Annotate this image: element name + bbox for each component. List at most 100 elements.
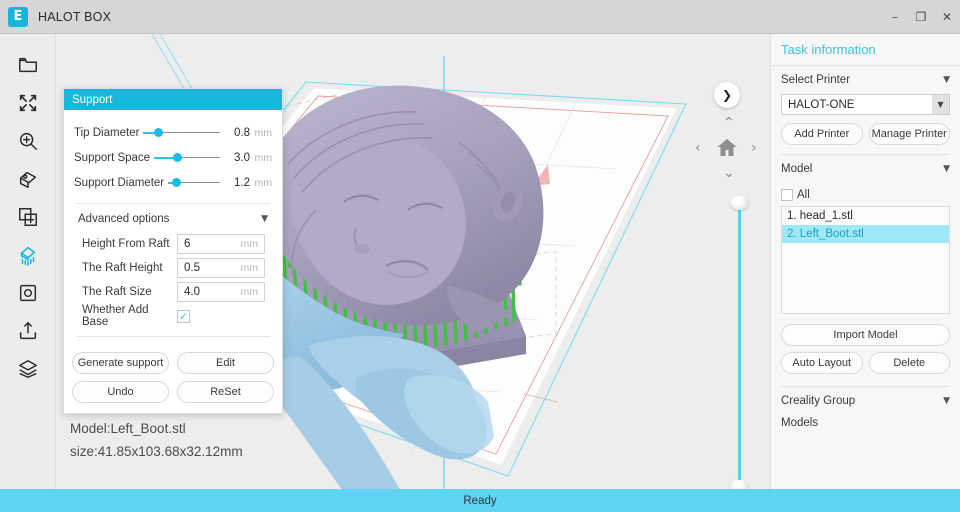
support-panel-buttons: Generate support Edit Undo ReSet [64,337,282,413]
raft-height-unit: mm [240,262,259,274]
move-arrows-icon[interactable] [0,84,56,122]
list-item[interactable]: 2. Left_Boot.stl [782,225,949,243]
raft-size-input[interactable]: 4.0 mm [177,282,265,302]
model-list[interactable]: 1. head_1.stl 2. Left_Boot.stl [781,206,950,314]
auto-layout-button[interactable]: Auto Layout [781,352,863,374]
raft-size-value: 4.0 [184,286,200,298]
window-controls: – ❐ ✕ [882,0,960,34]
field-row-raft-height: The Raft Height 0.5 mm [74,256,272,280]
advanced-options-toggle[interactable]: Advanced options ▼ [74,204,272,232]
creality-group-label: Creality Group [781,395,856,407]
height-from-raft-label: Height From Raft [82,238,170,250]
support-space-label: Support Space [74,151,151,164]
rotate-icon[interactable] [0,160,56,198]
slider-rest [175,156,220,158]
minimize-icon[interactable]: – [882,0,908,34]
support-diameter-slider[interactable] [168,176,220,190]
reset-button[interactable]: ReSet [177,381,274,403]
select-all-checkbox[interactable] [781,189,793,201]
support-space-value: 3.0 [234,151,250,164]
zoom-slider-handle-bottom[interactable] [730,480,749,489]
height-from-raft-value: 6 [184,238,191,250]
models-label[interactable]: Models [771,415,960,431]
creality-group-section-header[interactable]: Creality Group ▼ [771,387,960,415]
tip-diameter-label: Tip Diameter [74,126,140,139]
generate-support-button[interactable]: Generate support [72,352,169,374]
slider-rest [157,131,220,133]
slider-row-tip-diameter: Tip Diameter 0.8 mm [74,120,272,145]
export-icon[interactable] [0,312,56,350]
application-window: E HALOT BOX – ❐ ✕ Model:Left_Boot.stl si… [0,0,960,512]
app-logo-icon: E [8,6,28,27]
chevron-down-icon: ▼ [943,75,950,85]
app-title: HALOT BOX [38,9,112,24]
import-row: Import Model [781,324,950,346]
model-section-header[interactable]: Model ▼ [771,155,960,183]
select-all-row[interactable]: All [771,183,960,206]
nav-up-icon[interactable]: ⌃ [723,116,735,130]
chevron-right-icon: ❯ [721,88,733,102]
model-buttons: Import Model Auto Layout Delete [771,314,960,387]
add-printer-button[interactable]: Add Printer [781,123,863,145]
button-row-primary: Generate support Edit [72,352,274,374]
select-printer-section-header[interactable]: Select Printer ▼ [771,66,960,94]
slider-handle[interactable] [154,127,164,137]
duplicate-icon[interactable] [0,198,56,236]
nav-left-icon[interactable]: ‹ [695,141,701,155]
open-folder-icon[interactable] [0,46,56,84]
home-icon[interactable] [715,136,739,165]
zoom-slider-handle-top[interactable] [730,196,749,210]
whether-add-base-label: Whether Add Base [82,304,149,328]
whether-add-base-checkbox[interactable]: ✓ [177,309,190,323]
left-toolbar [0,34,56,489]
zoom-slider[interactable] [728,194,750,489]
expand-panel-button[interactable]: ❯ [714,82,740,108]
raft-height-input[interactable]: 0.5 mm [177,258,265,278]
undo-button[interactable]: Undo [72,381,169,403]
height-from-raft-input[interactable]: 6 mm [177,234,265,254]
support-space-unit: mm [254,151,273,164]
right-sidebar: Task information Select Printer ▼ HALOT-… [770,34,960,489]
chevron-down-icon: ▼ [943,396,950,406]
manage-printer-button[interactable]: Manage Printer [868,123,950,145]
delete-button[interactable]: Delete [868,352,950,374]
support-diameter-label: Support Diameter [74,176,165,189]
field-row-whether-add-base: Whether Add Base ✓ [74,304,272,328]
tip-diameter-value: 0.8 [234,126,250,139]
support-icon[interactable] [0,236,56,274]
slider-row-support-diameter: Support Diameter 1.2 mm [74,170,272,195]
layers-icon[interactable] [0,350,56,388]
slider-handle[interactable] [172,177,182,187]
printer-select[interactable]: HALOT-ONE ▼ [781,94,950,115]
support-panel: Support Tip Diameter 0.8 mm Support Spac… [63,88,283,414]
support-space-slider[interactable] [154,151,220,165]
maximize-icon[interactable]: ❐ [908,0,934,34]
layout-delete-row: Auto Layout Delete [781,352,950,374]
chevron-down-icon[interactable]: ▼ [932,95,949,114]
advanced-options-label: Advanced options [78,213,170,225]
slider-handle[interactable] [172,152,182,162]
select-all-label: All [797,189,810,201]
printer-select-value: HALOT-ONE [788,98,855,111]
tip-diameter-slider[interactable] [143,126,220,140]
nav-down-icon[interactable]: ⌄ [723,166,735,180]
tip-diameter-unit: mm [254,126,273,139]
printer-controls: HALOT-ONE ▼ Add Printer Manage Printer [771,94,960,155]
zoom-scale-icon[interactable] [0,122,56,160]
hollow-icon[interactable] [0,274,56,312]
edit-button[interactable]: Edit [177,352,274,374]
raft-size-unit: mm [240,286,259,298]
support-diameter-unit: mm [254,176,273,189]
slider-row-support-space: Support Space 3.0 mm [74,145,272,170]
nav-right-icon[interactable]: › [751,141,757,155]
close-icon[interactable]: ✕ [934,0,960,34]
field-row-height-from-raft: Height From Raft 6 mm [74,232,272,256]
import-model-button[interactable]: Import Model [781,324,950,346]
slider-rest [175,181,220,183]
zoom-slider-track [738,204,741,487]
printer-button-row: Add Printer Manage Printer [781,123,950,145]
list-item[interactable]: 1. head_1.stl [782,207,949,225]
select-printer-label: Select Printer [781,74,851,86]
button-row-secondary: Undo ReSet [72,381,274,403]
height-from-raft-unit: mm [240,238,259,250]
